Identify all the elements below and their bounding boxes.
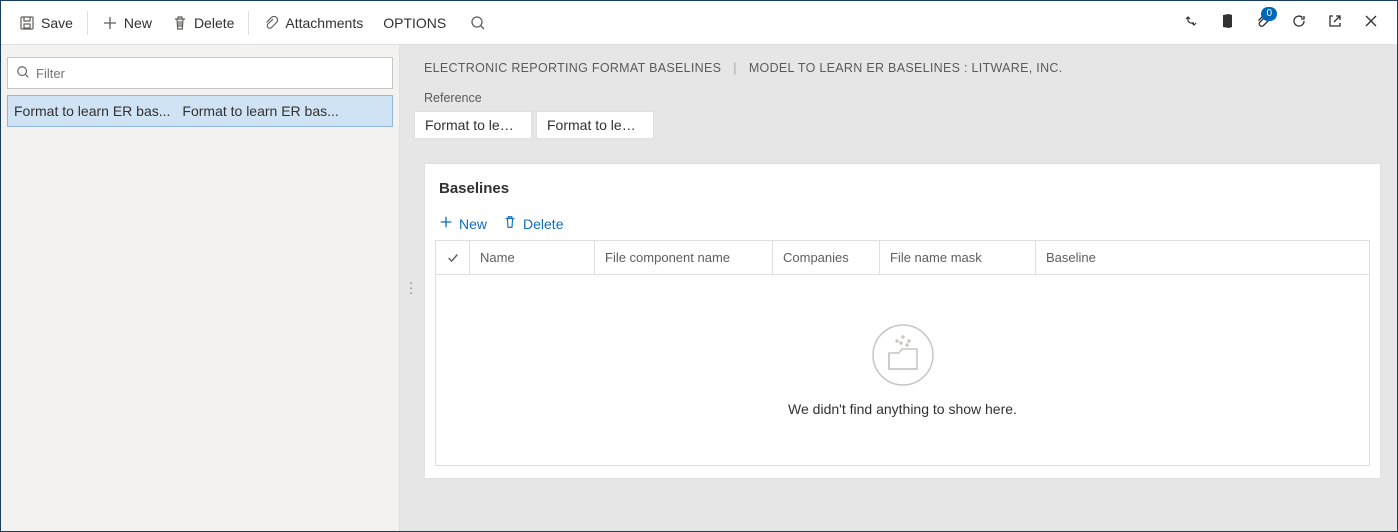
popout-button[interactable]: [1317, 5, 1353, 41]
connector-icon: [1183, 13, 1199, 32]
refresh-button[interactable]: [1281, 5, 1317, 41]
connector-icon-button[interactable]: [1173, 5, 1209, 41]
delete-button[interactable]: Delete: [162, 9, 244, 37]
new-label: New: [124, 15, 152, 31]
attachments-label: Attachments: [285, 15, 363, 31]
attachments-icon-button[interactable]: 0: [1245, 5, 1281, 41]
trash-icon: [503, 215, 517, 232]
card-new-label: New: [459, 216, 487, 232]
filter-input-wrap[interactable]: [7, 57, 393, 89]
action-bar: Save New Delete Attachments OPTIONS: [1, 1, 1397, 45]
grid-empty-text: We didn't find anything to show here.: [788, 401, 1017, 417]
grid-header-companies[interactable]: Companies: [773, 241, 880, 274]
left-pane: Format to learn ER bas... Format to lear…: [1, 45, 400, 531]
breadcrumb-part2: MODEL TO LEARN ER BASELINES : LITWARE, I…: [749, 61, 1063, 75]
drag-handle-icon[interactable]: ⋮: [404, 280, 416, 297]
filter-input[interactable]: [36, 66, 384, 81]
main-layout: Format to learn ER bas... Format to lear…: [1, 45, 1397, 531]
save-label: Save: [41, 15, 73, 31]
new-button[interactable]: New: [92, 9, 162, 37]
trash-icon: [172, 15, 188, 31]
card-delete-label: Delete: [523, 216, 563, 232]
list-item[interactable]: Format to learn ER bas... Format to lear…: [7, 95, 393, 127]
grid-header-select[interactable]: [436, 241, 470, 274]
close-button[interactable]: [1353, 5, 1389, 41]
card-delete-button[interactable]: Delete: [503, 215, 563, 232]
search-icon: [470, 15, 486, 31]
separator: [87, 11, 88, 35]
baselines-grid: Name File component name Companies File …: [435, 240, 1370, 466]
right-pane: ⋮ ELECTRONIC REPORTING FORMAT BASELINES …: [400, 45, 1397, 531]
list-item-col2: Format to learn ER bas...: [182, 103, 338, 119]
office-icon-button[interactable]: [1209, 5, 1245, 41]
reference-label: Reference: [400, 75, 1397, 111]
popout-icon: [1327, 13, 1343, 32]
grid-header: Name File component name Companies File …: [436, 241, 1369, 275]
card-new-button[interactable]: New: [439, 215, 487, 232]
breadcrumb-separator: |: [733, 61, 737, 75]
search-icon: [16, 65, 30, 82]
options-label: OPTIONS: [383, 15, 446, 31]
paperclip-icon: [263, 15, 279, 31]
plus-icon: [439, 215, 453, 232]
attachments-badge: 0: [1261, 7, 1277, 21]
refresh-icon: [1291, 13, 1307, 32]
card-title: Baselines: [425, 164, 1380, 215]
grid-header-file-name-mask[interactable]: File name mask: [880, 241, 1036, 274]
attachments-button[interactable]: Attachments: [253, 9, 373, 37]
grid-header-baseline[interactable]: Baseline: [1036, 241, 1369, 274]
grid-empty-state: We didn't find anything to show here.: [436, 275, 1369, 465]
empty-folder-icon: [871, 323, 935, 387]
save-icon: [19, 15, 35, 31]
grid-header-file-component[interactable]: File component name: [595, 241, 773, 274]
save-button[interactable]: Save: [9, 9, 83, 37]
reference-value-1[interactable]: Format to lear...: [414, 111, 532, 139]
delete-label: Delete: [194, 15, 234, 31]
breadcrumb: ELECTRONIC REPORTING FORMAT BASELINES | …: [400, 45, 1397, 75]
search-button[interactable]: [456, 9, 500, 37]
plus-icon: [102, 15, 118, 31]
separator: [248, 11, 249, 35]
baselines-card: Baselines New Delete: [424, 163, 1381, 479]
card-toolbar: New Delete: [425, 215, 1380, 240]
office-icon: [1219, 13, 1235, 32]
reference-value-2[interactable]: Format to lear...: [536, 111, 654, 139]
close-icon: [1363, 13, 1379, 32]
breadcrumb-part1[interactable]: ELECTRONIC REPORTING FORMAT BASELINES: [424, 61, 721, 75]
reference-values: Format to lear... Format to lear...: [400, 111, 1397, 139]
options-button[interactable]: OPTIONS: [373, 9, 456, 37]
grid-header-name[interactable]: Name: [470, 241, 595, 274]
list-item-col1: Format to learn ER bas...: [14, 103, 170, 119]
